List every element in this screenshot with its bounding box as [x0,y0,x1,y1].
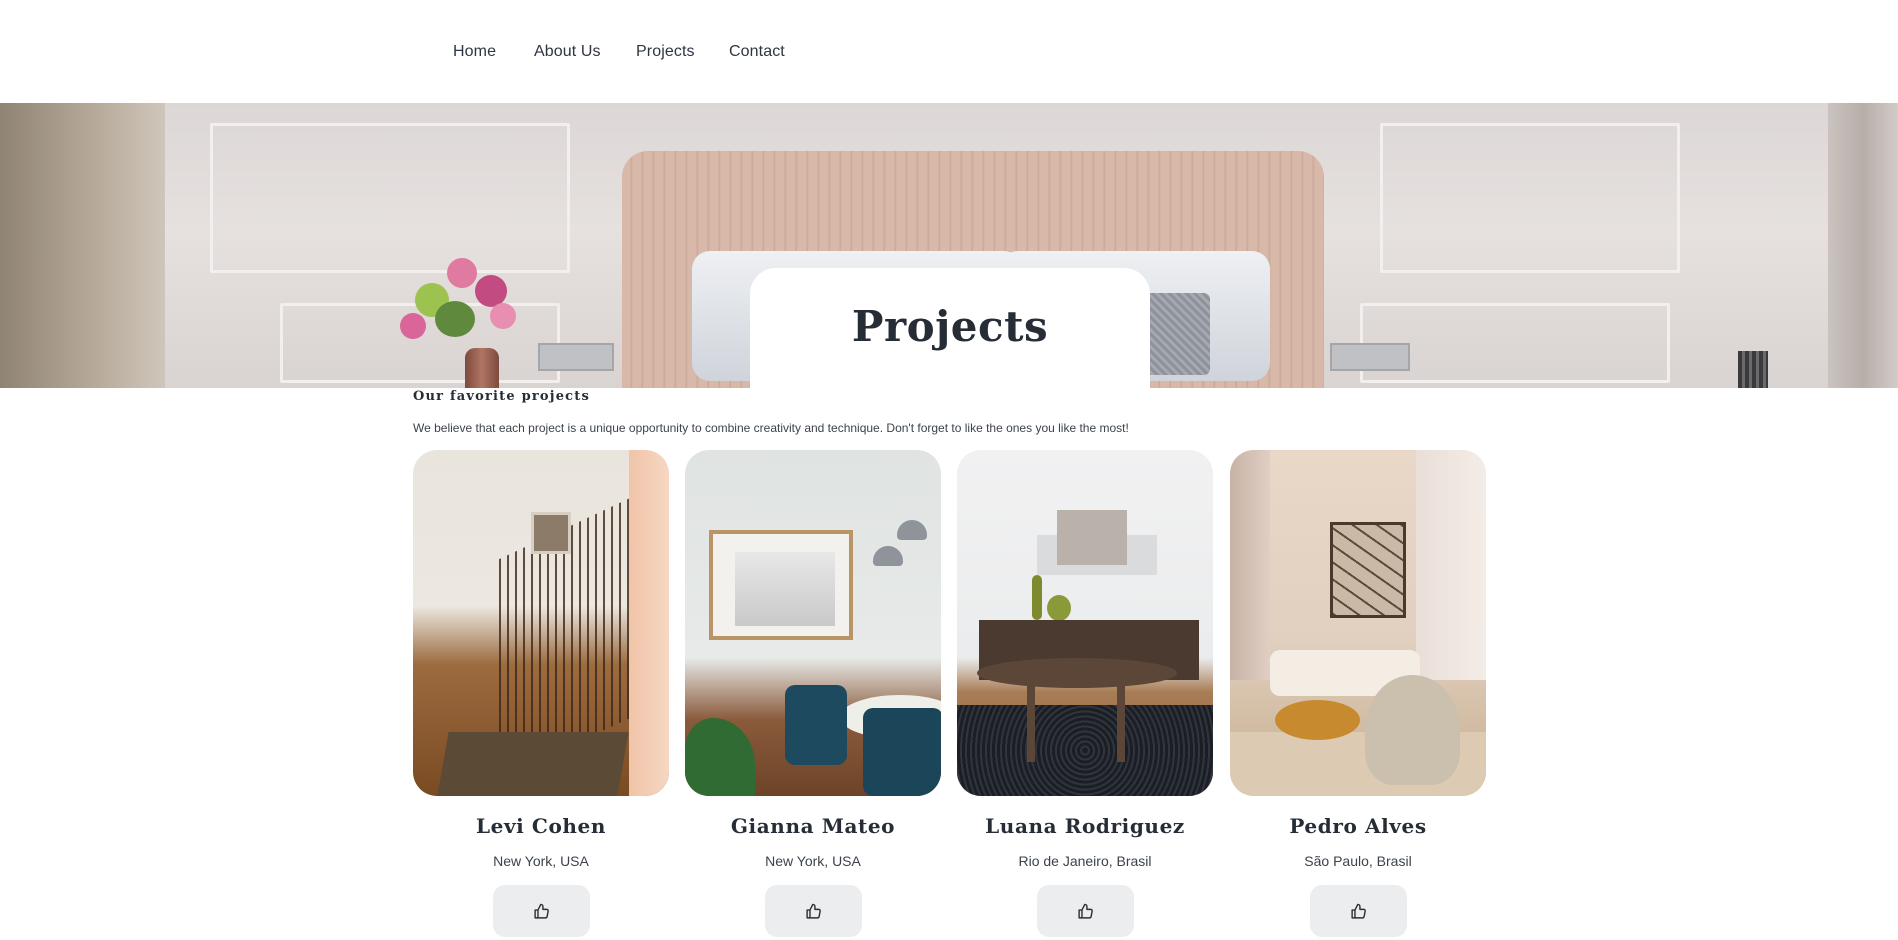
project-card-pedro-alves: Pedro Alves São Paulo, Brasil [1230,450,1486,937]
project-photo [957,450,1213,796]
project-name: Luana Rodriguez [985,814,1185,838]
project-location: Rio de Janeiro, Brasil [1018,853,1152,869]
like-button[interactable] [492,885,590,937]
project-card-levi-cohen: Levi Cohen New York, USA [413,450,669,937]
nav-link-projects[interactable]: Projects [636,43,695,61]
project-photo [685,450,941,796]
project-location: New York, USA [493,853,589,869]
thumbs-up-icon [1077,903,1093,919]
thumbs-up-icon [1350,903,1366,919]
project-location: New York, USA [765,853,861,869]
page-title: Projects [851,302,1049,351]
thumbs-up-icon [533,903,549,919]
project-card-gianna-mateo: Gianna Mateo New York, USA [685,450,941,937]
like-button[interactable] [764,885,862,937]
project-photo [413,450,669,796]
nav-link-contact[interactable]: Contact [729,43,785,61]
project-name: Gianna Mateo [730,814,896,838]
nav-link-about-us[interactable]: About Us [534,43,601,61]
project-name: Pedro Alves [1289,814,1427,838]
project-name: Levi Cohen [475,814,607,838]
like-button[interactable] [1036,885,1134,937]
section-title: Our favorite projects [413,389,591,404]
project-location: São Paulo, Brasil [1304,853,1412,869]
project-photo [1230,450,1486,796]
like-button[interactable] [1309,885,1407,937]
top-navigation: Home About Us Projects Contact [0,0,1898,103]
thumbs-up-icon [805,903,821,919]
nav-link-home[interactable]: Home [453,43,496,61]
project-card-luana-rodriguez: Luana Rodriguez Rio de Janeiro, Brasil [957,450,1213,937]
section-description: We believe that each project is a unique… [413,421,1129,435]
